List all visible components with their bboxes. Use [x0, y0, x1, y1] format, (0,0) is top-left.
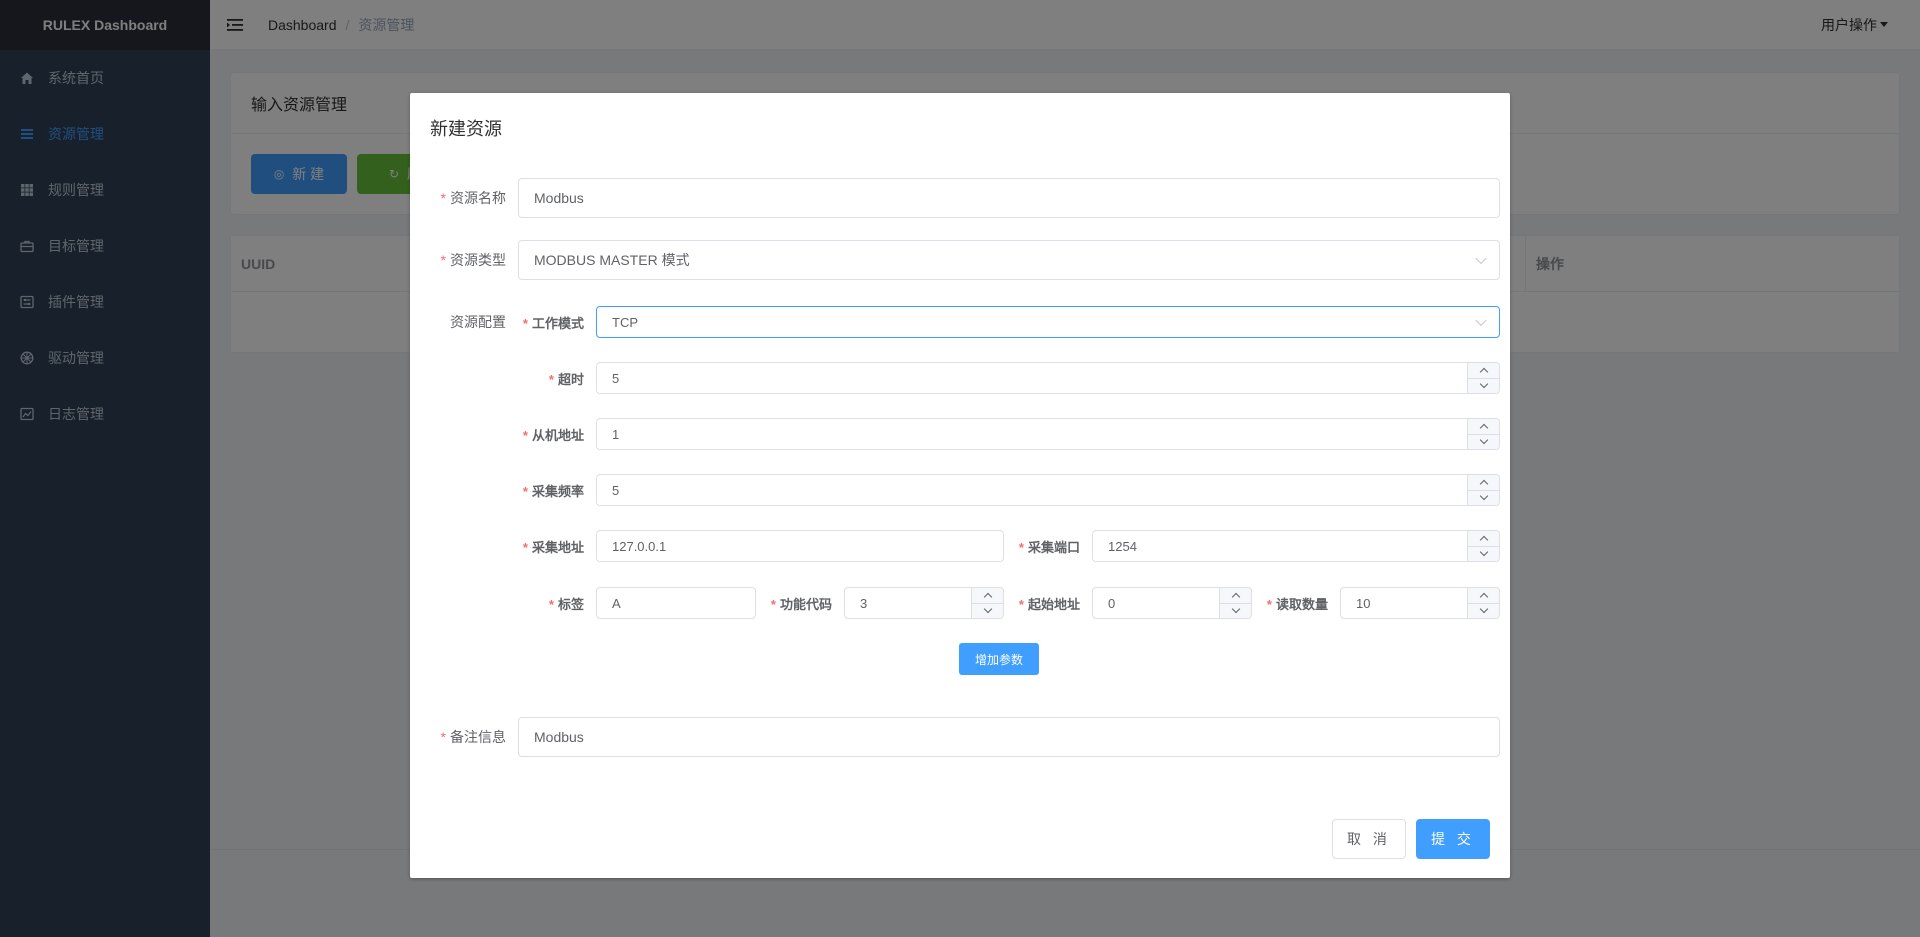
chevron-down-icon — [1479, 605, 1488, 614]
increase-button[interactable] — [1220, 588, 1251, 604]
config-label: 资源配置 — [450, 314, 506, 330]
chevron-down-icon — [1479, 492, 1488, 501]
chevron-down-icon — [1475, 314, 1487, 327]
chevron-down-icon — [1479, 380, 1488, 389]
tag-input[interactable]: A — [596, 587, 756, 619]
decrease-button[interactable] — [1468, 491, 1499, 506]
decrease-button[interactable] — [1468, 547, 1499, 562]
tag-label: * 标签 — [548, 596, 584, 612]
name-input[interactable]: Modbus — [518, 178, 1500, 218]
func-stepper[interactable]: 3 — [844, 587, 1004, 619]
submit-button[interactable]: 提 交 — [1416, 819, 1490, 859]
chevron-up-icon — [1479, 479, 1488, 488]
chevron-up-icon — [1479, 535, 1488, 544]
port-label: * 采集端口 — [1018, 539, 1080, 555]
decrease-button[interactable] — [1468, 435, 1499, 450]
form-row-params: * 标签 A * 功能代码 3 * 起始地址 0 * 读取数量 10 — [518, 587, 1500, 619]
increase-button[interactable] — [1468, 419, 1499, 435]
freq-stepper[interactable]: 5 — [596, 474, 1500, 506]
address-input[interactable]: 127.0.0.1 — [596, 530, 1004, 562]
desc-input[interactable]: Modbus — [518, 717, 1500, 757]
form-row-desc: * 备注信息 Modbus — [430, 717, 1500, 757]
form-row-slave: * 从机地址 1 — [518, 418, 1500, 450]
port-stepper[interactable]: 1254 — [1092, 530, 1500, 562]
func-label: * 功能代码 — [770, 596, 832, 612]
slave-stepper[interactable]: 1 — [596, 418, 1500, 450]
chevron-down-icon — [1479, 436, 1488, 445]
chevron-down-icon — [1475, 252, 1487, 265]
form-row-type: * 资源类型 MODBUS MASTER 模式 — [430, 240, 1500, 280]
type-select[interactable]: MODBUS MASTER 模式 — [518, 240, 1500, 280]
stepper — [1219, 588, 1251, 618]
chevron-down-icon — [983, 605, 992, 614]
desc-label: * 备注信息 — [440, 729, 506, 745]
address-label: * 采集地址 — [522, 539, 584, 555]
form-row-address: * 采集地址 127.0.0.1 * 采集端口 1254 — [518, 530, 1500, 562]
type-label: * 资源类型 — [440, 252, 506, 268]
increase-button[interactable] — [1468, 363, 1499, 379]
start-stepper[interactable]: 0 — [1092, 587, 1252, 619]
cancel-button[interactable]: 取 消 — [1332, 819, 1406, 859]
increase-button[interactable] — [1468, 531, 1499, 547]
chevron-up-icon — [1479, 423, 1488, 432]
slave-label: * 从机地址 — [522, 427, 584, 443]
increase-button[interactable] — [972, 588, 1003, 604]
form-row-name: * 资源名称 Modbus — [430, 178, 1500, 218]
decrease-button[interactable] — [1220, 604, 1251, 619]
mode-select[interactable]: TCP — [596, 306, 1500, 338]
form-row-timeout: * 超时 5 — [518, 362, 1500, 394]
chevron-up-icon — [983, 592, 992, 601]
stepper — [1467, 588, 1499, 618]
qty-stepper[interactable]: 10 — [1340, 587, 1500, 619]
form-row-mode: 资源配置 * 工作模式 TCP — [430, 306, 1500, 338]
decrease-button[interactable] — [1468, 379, 1499, 394]
new-resource-dialog: 新建资源 * 资源名称 Modbus * 资源类型 MODBUS MASTER 模式… — [410, 93, 1510, 878]
stepper — [971, 588, 1003, 618]
start-label: * 起始地址 — [1018, 596, 1080, 612]
mode-label: * 工作模式 — [522, 315, 584, 331]
decrease-button[interactable] — [972, 604, 1003, 619]
add-param-button[interactable]: 增加参数 — [959, 643, 1039, 675]
stepper — [1467, 363, 1499, 393]
timeout-label: * 超时 — [548, 371, 584, 387]
chevron-up-icon — [1479, 592, 1488, 601]
freq-label: * 采集频率 — [522, 483, 584, 499]
increase-button[interactable] — [1468, 588, 1499, 604]
chevron-down-icon — [1231, 605, 1240, 614]
timeout-stepper[interactable]: 5 — [596, 362, 1500, 394]
name-label: * 资源名称 — [440, 190, 506, 206]
decrease-button[interactable] — [1468, 604, 1499, 619]
dialog-title: 新建资源 — [430, 119, 502, 139]
chevron-down-icon — [1479, 548, 1488, 557]
chevron-up-icon — [1479, 367, 1488, 376]
qty-label: * 读取数量 — [1266, 596, 1328, 612]
stepper — [1467, 531, 1499, 561]
increase-button[interactable] — [1468, 475, 1499, 491]
form-row-freq: * 采集频率 5 — [518, 474, 1500, 506]
chevron-up-icon — [1231, 592, 1240, 601]
stepper — [1467, 475, 1499, 505]
stepper — [1467, 419, 1499, 449]
